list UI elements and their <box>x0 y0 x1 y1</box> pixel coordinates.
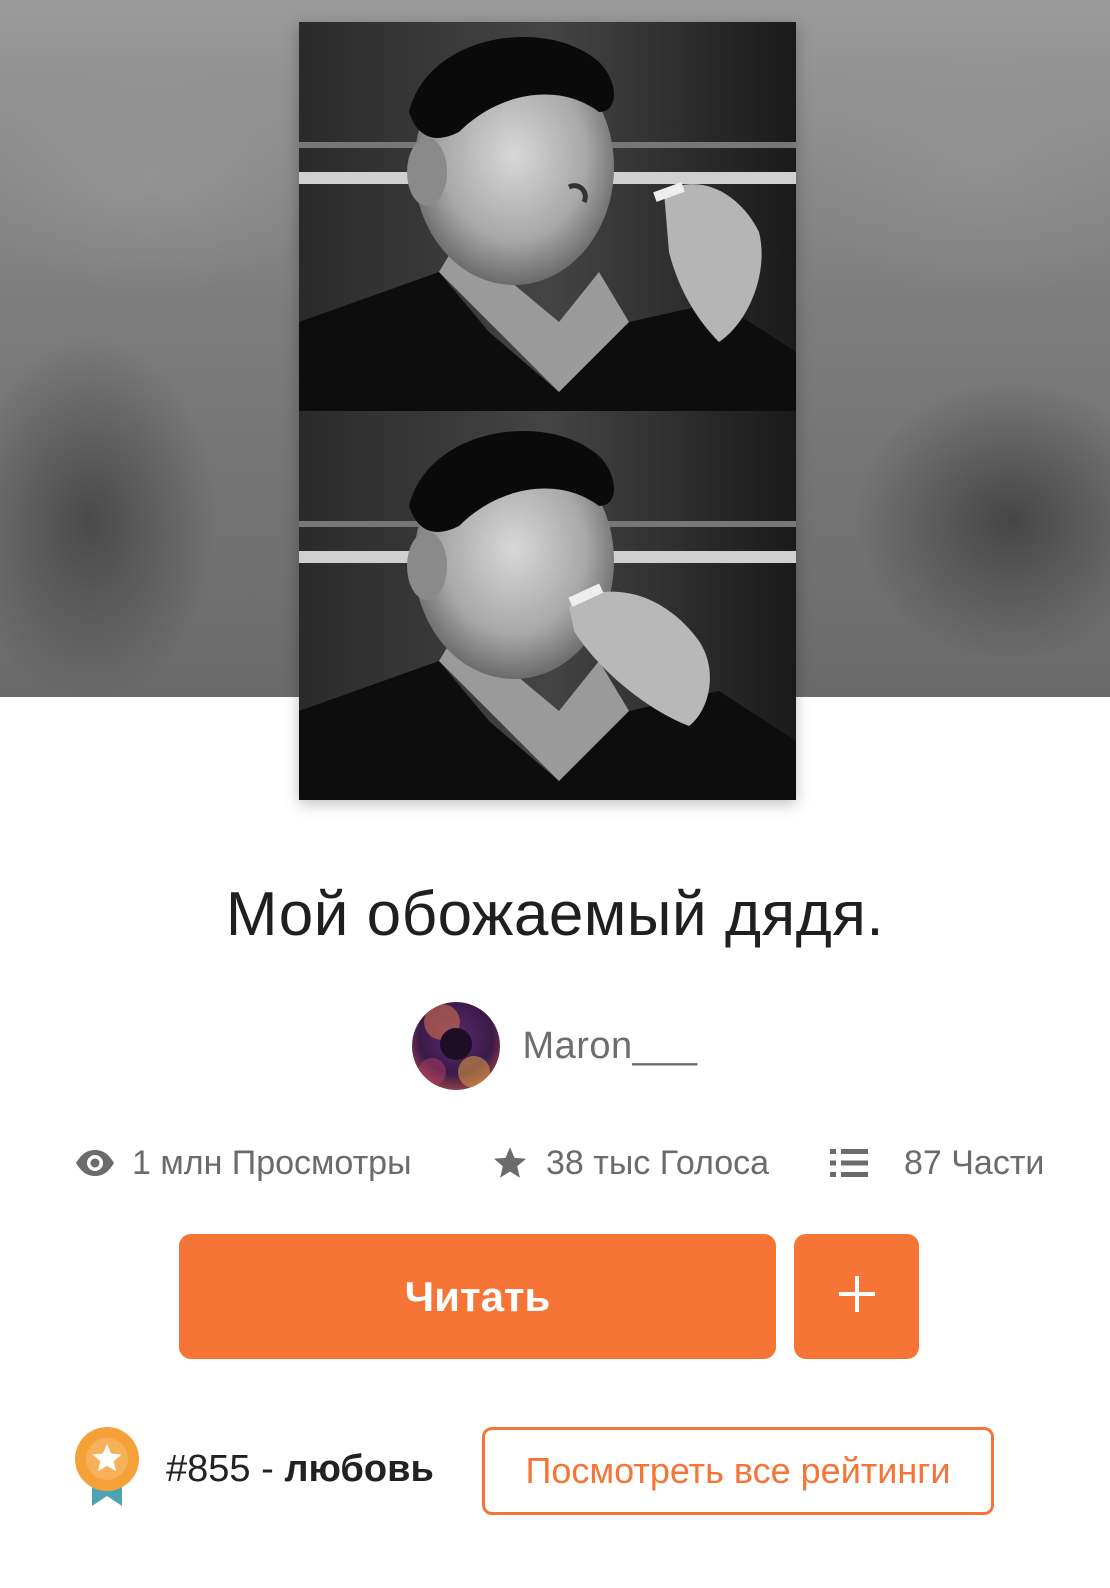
plus-icon <box>837 1274 877 1319</box>
add-to-library-button[interactable] <box>794 1234 919 1359</box>
author-name[interactable]: Maron___ <box>522 1025 697 1068</box>
author-avatar[interactable] <box>412 1002 501 1090</box>
stat-views: 1 млн Просмотры <box>74 1134 412 1192</box>
story-stats: 1 млн Просмотры 38 тыс Голоса 87 Части <box>0 1134 1110 1192</box>
stat-parts[interactable]: 87 Части <box>830 1134 1044 1192</box>
stat-views-label: 1 млн Просмотры <box>132 1143 412 1182</box>
stat-votes-label: 38 тыс Голоса <box>546 1143 770 1182</box>
ranking-text: #855 - любовь <box>166 1448 434 1491</box>
read-button[interactable]: Читать <box>179 1234 776 1359</box>
story-title: Мой обожаемый дядя. <box>225 880 885 949</box>
eye-icon <box>74 1148 116 1178</box>
award-badge-icon <box>74 1426 140 1513</box>
author-row[interactable]: Maron___ <box>0 1001 1110 1091</box>
story-cover-image[interactable] <box>299 22 796 800</box>
stat-parts-label: 87 Части <box>904 1143 1045 1182</box>
ranking-tag: любовь <box>284 1448 434 1490</box>
ranking-separator: - <box>250 1448 285 1490</box>
star-icon <box>492 1145 528 1181</box>
view-all-rankings-button[interactable]: Посмотреть все рейтинги <box>482 1427 994 1515</box>
ranking-row: #855 - любовь <box>74 1426 474 1516</box>
list-icon <box>830 1147 868 1179</box>
stat-votes: 38 тыс Голоса <box>492 1134 769 1192</box>
ranking-position: #855 <box>166 1448 251 1490</box>
